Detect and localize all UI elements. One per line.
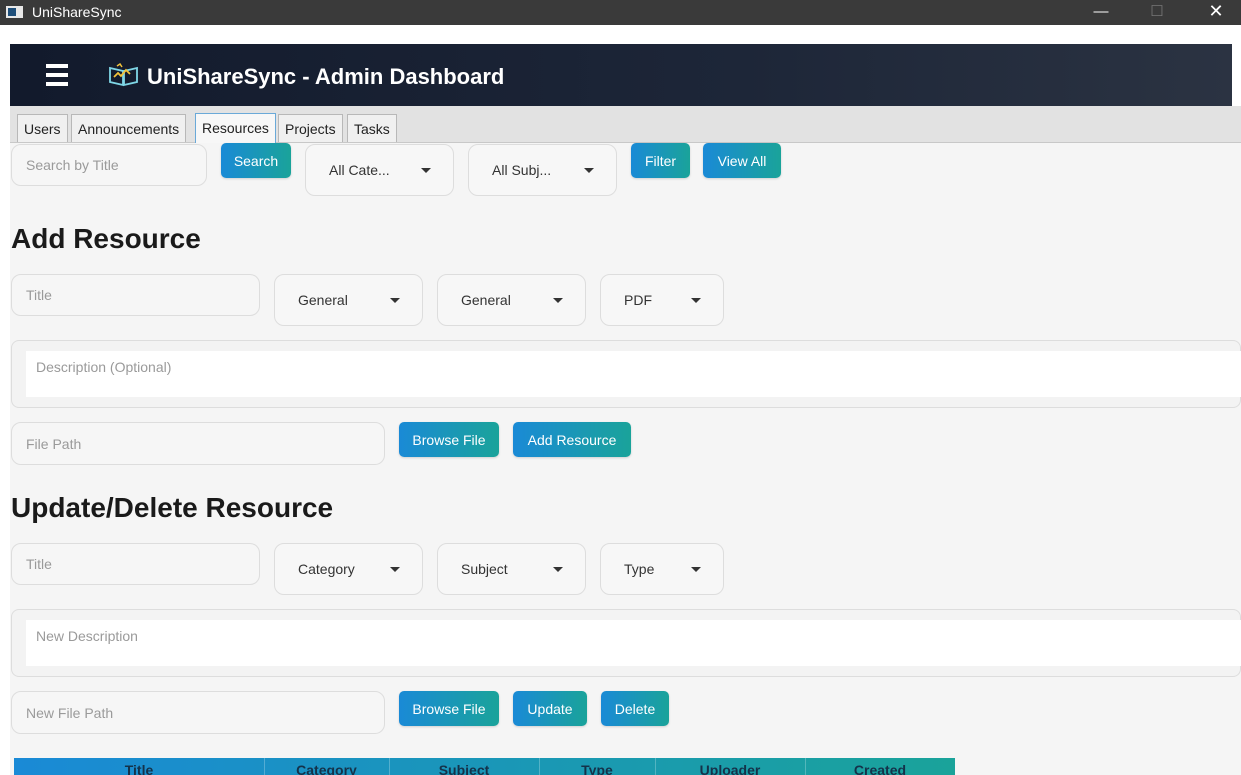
tab-bar: Users Announcements Resources Projects T… [10, 106, 1241, 143]
maximize-button[interactable]: ☐ [1134, 0, 1180, 25]
filter-button[interactable]: Filter [631, 143, 690, 178]
column-header-subject[interactable]: Subject [389, 762, 539, 775]
view-all-button[interactable]: View All [703, 143, 781, 178]
column-header-type[interactable]: Type [539, 762, 655, 775]
add-type-value: PDF [624, 292, 652, 308]
add-type-select[interactable]: PDF [600, 274, 724, 326]
chevron-down-icon [584, 168, 594, 173]
subject-filter-select[interactable]: All Subj... [468, 144, 617, 196]
column-header-created[interactable]: Created [805, 762, 955, 775]
add-subject-value: General [461, 292, 511, 308]
add-title-input[interactable]: Title [11, 274, 260, 316]
subject-filter-value: All Subj... [492, 162, 552, 178]
add-category-select[interactable]: General [274, 274, 423, 326]
chevron-down-icon [691, 567, 701, 572]
update-title-input[interactable]: Title [11, 543, 260, 585]
category-filter-select[interactable]: All Cate... [305, 144, 454, 196]
tab-projects[interactable]: Projects [278, 114, 343, 142]
update-browse-file-button[interactable]: Browse File [399, 691, 499, 726]
chevron-down-icon [390, 567, 400, 572]
category-filter-value: All Cate... [329, 162, 390, 178]
tab-users[interactable]: Users [17, 114, 68, 142]
update-type-select[interactable]: Type [600, 543, 724, 595]
update-subject-select[interactable]: Subject [437, 543, 586, 595]
new-description-placeholder: New Description [26, 620, 1241, 666]
dashboard-title: UniShareSync - Admin Dashboard [147, 64, 505, 89]
window-title: UniShareSync [32, 4, 122, 20]
chevron-down-icon [390, 298, 400, 303]
menu-icon[interactable] [46, 64, 68, 86]
book-logo-icon [109, 63, 138, 87]
add-description-placeholder: Description (Optional) [26, 351, 1241, 397]
add-resource-heading: Add Resource [11, 223, 201, 254]
add-category-value: General [298, 292, 348, 308]
column-header-title[interactable]: Title [14, 762, 264, 775]
delete-button[interactable]: Delete [601, 691, 669, 726]
new-description-textarea[interactable]: New Description [11, 609, 1241, 677]
add-subject-select[interactable]: General [437, 274, 586, 326]
search-input[interactable]: Search by Title [11, 144, 207, 186]
chevron-down-icon [553, 298, 563, 303]
file-path-input[interactable]: File Path [11, 422, 385, 465]
chevron-down-icon [553, 567, 563, 572]
chevron-down-icon [691, 298, 701, 303]
update-category-select[interactable]: Category [274, 543, 423, 595]
tab-announcements[interactable]: Announcements [71, 114, 187, 142]
window-titlebar: UniShareSync — ☐ ✕ [0, 0, 1241, 25]
update-resource-heading: Update/Delete Resource [11, 492, 334, 523]
app-window-icon [6, 6, 23, 18]
tab-resources[interactable]: Resources [195, 113, 276, 143]
update-button[interactable]: Update [513, 691, 587, 726]
close-button[interactable]: ✕ [1193, 0, 1239, 25]
tab-tasks[interactable]: Tasks [347, 114, 397, 142]
add-description-textarea[interactable]: Description (Optional) [11, 340, 1241, 408]
chevron-down-icon [421, 168, 431, 173]
search-button[interactable]: Search [221, 143, 291, 178]
update-type-value: Type [624, 561, 655, 577]
app-header: UniShareSync - Admin Dashboard [10, 44, 1232, 106]
column-header-uploader[interactable]: Uploader [655, 762, 805, 775]
update-category-value: Category [298, 561, 355, 577]
add-resource-button[interactable]: Add Resource [513, 422, 631, 457]
minimize-button[interactable]: — [1078, 0, 1124, 25]
column-header-category[interactable]: Category [264, 762, 389, 775]
browse-file-button[interactable]: Browse File [399, 422, 499, 457]
update-subject-value: Subject [461, 561, 508, 577]
new-file-path-input[interactable]: New File Path [11, 691, 385, 734]
resources-table-header: Title Category Subject Type Uploader Cre… [14, 758, 955, 775]
